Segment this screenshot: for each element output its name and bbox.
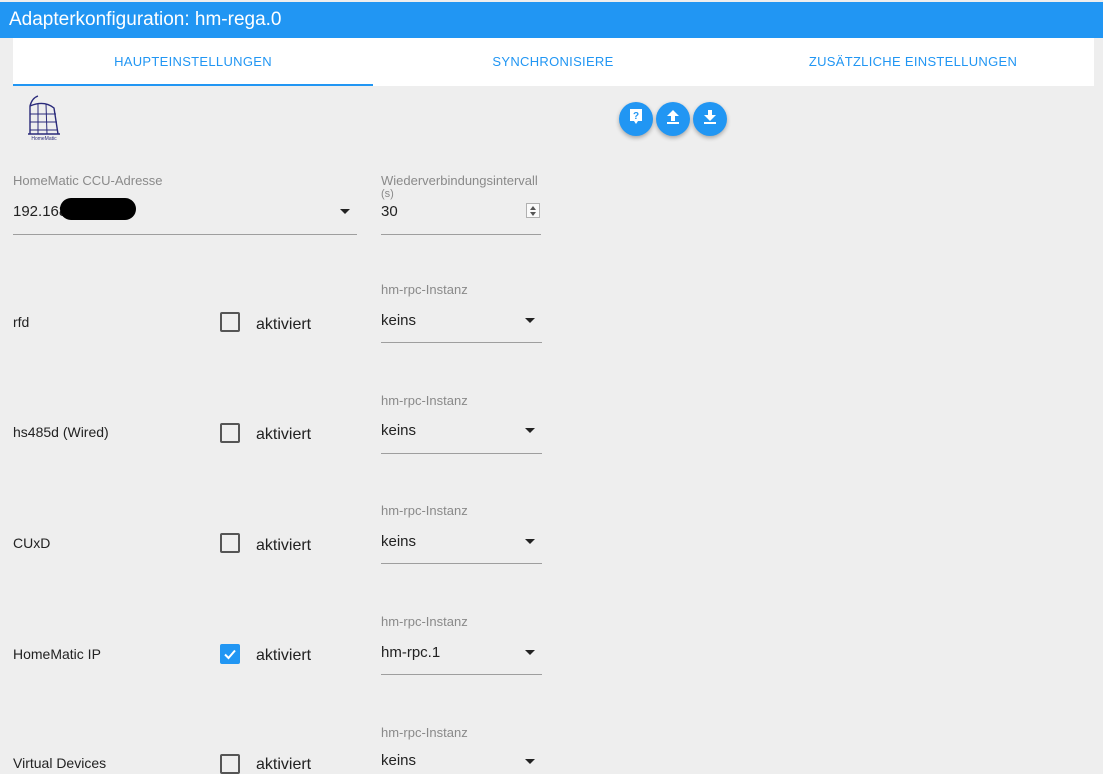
- ccu-address-label: HomeMatic CCU-Adresse: [13, 173, 163, 188]
- help-icon: ?: [628, 108, 644, 131]
- instance-label-hs485d: hm-rpc-Instanz: [381, 393, 468, 408]
- number-spinner[interactable]: [526, 203, 540, 218]
- download-icon: [703, 109, 717, 130]
- instance-underline-cuxd: [381, 563, 542, 564]
- reconnect-interval-unit: (s): [381, 188, 394, 200]
- redaction-mark: [60, 198, 136, 220]
- checkbox-label-hs485d: aktiviert: [256, 426, 312, 443]
- ccu-address-value[interactable]: 192.168: [13, 203, 67, 220]
- checkbox-cuxd[interactable]: [220, 533, 240, 553]
- upload-icon: [666, 109, 680, 130]
- checkbox-label-rfd: aktiviert: [256, 316, 312, 333]
- chevron-down-icon[interactable]: [525, 759, 535, 764]
- homematic-logo: HomeMatic: [24, 94, 64, 142]
- checkbox-label-homematic-ip: aktiviert: [256, 647, 312, 664]
- svg-text:?: ?: [633, 111, 639, 122]
- tab-haupteinstellungen[interactable]: HAUPTEINSTELLUNGEN: [13, 38, 373, 86]
- checkbox-label-cuxd: aktiviert: [256, 537, 312, 554]
- logo-text: HomeMatic: [31, 136, 57, 142]
- reconnect-interval-label: Wiederverbindungsintervall: [381, 173, 538, 188]
- checkbox-hs485d[interactable]: [220, 423, 240, 443]
- chevron-down-icon[interactable]: [525, 428, 535, 433]
- checkmark-icon: [224, 649, 236, 660]
- row-name-virtual-devices: Virtual Devices: [13, 755, 107, 771]
- instance-select-hs485d[interactable]: keins: [381, 422, 416, 439]
- upload-button[interactable]: [656, 102, 690, 136]
- active-tab-indicator: [13, 84, 373, 86]
- ccu-address-underline: [13, 234, 357, 235]
- ccu-dropdown-arrow-icon[interactable]: [340, 209, 350, 214]
- instance-label-homematic-ip: hm-rpc-Instanz: [381, 614, 468, 629]
- chevron-down-icon[interactable]: [525, 318, 535, 323]
- instance-select-homematic-ip[interactable]: hm-rpc.1: [381, 644, 440, 661]
- reconnect-interval-underline: [381, 234, 541, 235]
- row-name-rfd: rfd: [13, 314, 30, 330]
- download-button[interactable]: [693, 102, 727, 136]
- instance-underline-hs485d: [381, 453, 542, 454]
- tab-zusaetzliche-einstellungen[interactable]: ZUSÄTZLICHE EINSTELLUNGEN: [733, 38, 1093, 86]
- instance-underline-homematic-ip: [381, 674, 542, 675]
- instance-label-virtual-devices: hm-rpc-Instanz: [381, 725, 468, 740]
- window-title: Adapterkonfiguration: hm-rega.0: [0, 2, 1103, 38]
- instance-select-cuxd[interactable]: keins: [381, 533, 416, 550]
- row-name-cuxd: CUxD: [13, 535, 51, 551]
- spinner-up-icon[interactable]: [530, 206, 536, 210]
- instance-underline-rfd: [381, 342, 542, 343]
- checkbox-label-virtual-devices: aktiviert: [256, 756, 312, 773]
- instance-label-rfd: hm-rpc-Instanz: [381, 282, 468, 297]
- row-name-hs485d: hs485d (Wired): [13, 424, 109, 440]
- row-name-homematic-ip: HomeMatic IP: [13, 646, 101, 662]
- instance-select-virtual-devices[interactable]: keins: [381, 752, 416, 769]
- help-button[interactable]: ?: [619, 102, 653, 136]
- reconnect-interval-input[interactable]: 30: [381, 203, 398, 220]
- chevron-down-icon[interactable]: [525, 650, 535, 655]
- tab-synchronisiere[interactable]: SYNCHRONISIERE: [373, 38, 733, 86]
- checkbox-virtual-devices[interactable]: [220, 754, 240, 774]
- chevron-down-icon[interactable]: [525, 539, 535, 544]
- tab-bar: HAUPTEINSTELLUNGEN SYNCHRONISIERE ZUSÄTZ…: [13, 38, 1094, 86]
- instance-label-cuxd: hm-rpc-Instanz: [381, 503, 468, 518]
- checkbox-rfd[interactable]: [220, 312, 240, 332]
- checkbox-homematic-ip[interactable]: [220, 644, 240, 664]
- spinner-down-icon[interactable]: [530, 212, 536, 216]
- instance-select-rfd[interactable]: keins: [381, 312, 416, 329]
